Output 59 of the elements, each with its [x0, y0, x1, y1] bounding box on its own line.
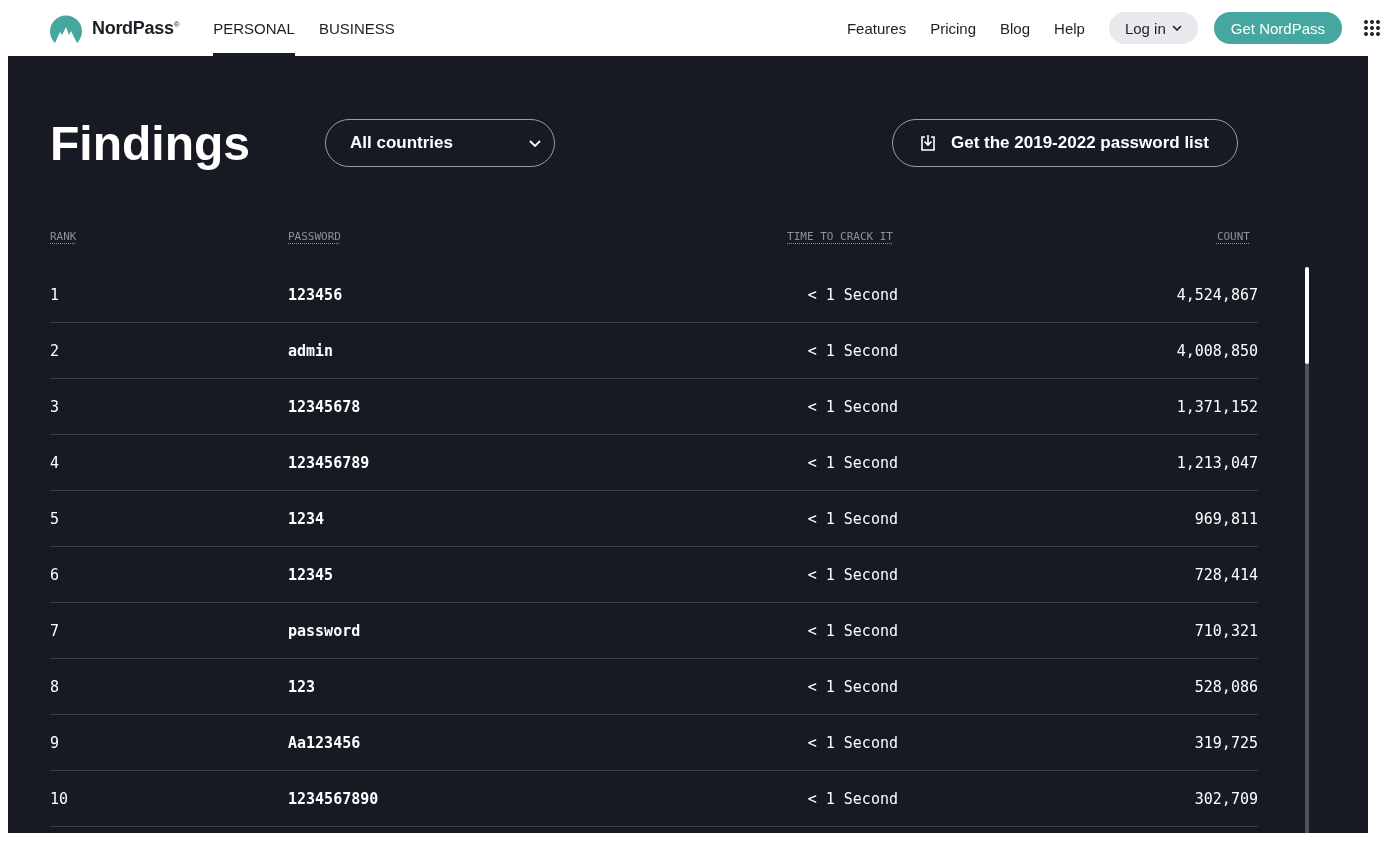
apps-grid-icon[interactable] — [1364, 20, 1380, 36]
table-cell: < 1 Second — [807, 509, 898, 528]
table-cell: 1,213,047 — [1176, 453, 1258, 472]
table-cell: 728,414 — [1194, 565, 1258, 584]
nav-link[interactable]: Help — [1054, 19, 1085, 37]
nav-link[interactable]: Features — [846, 19, 907, 37]
table-cell: 1234567890 — [288, 789, 379, 808]
table-cell: 123456789 — [288, 453, 370, 472]
table-cell: < 1 Second — [807, 677, 898, 696]
nav-tab[interactable]: BUSINESS — [318, 0, 395, 56]
nav-link[interactable]: Pricing — [930, 19, 976, 37]
table-cell: Aa123456 — [288, 733, 361, 752]
mountain-logo-icon — [50, 13, 82, 43]
table-cell: 10 — [50, 789, 69, 808]
table-cell: 6 — [50, 565, 60, 584]
table-cell: 302,709 — [1194, 789, 1258, 808]
nav-link[interactable]: Blog — [1000, 19, 1031, 37]
table-cell: 1234 — [288, 509, 325, 528]
scrollbar[interactable] — [1305, 267, 1309, 833]
table-cell: 12345678 — [288, 397, 361, 416]
scrollbar-thumb[interactable] — [1305, 267, 1309, 364]
table-cell: 7 — [50, 621, 60, 640]
logo-text: NordPass$^{®}$ — [92, 17, 180, 39]
table-cell: < 1 Second — [807, 789, 898, 808]
table-cell: < 1 Second — [807, 565, 898, 584]
table-cell: 710,321 — [1194, 621, 1258, 640]
column-header[interactable]: RANK — [50, 229, 77, 243]
table-cell: 969,811 — [1194, 509, 1258, 528]
table-cell: < 1 Second — [807, 397, 898, 416]
table-cell: 4 — [50, 453, 60, 472]
chevron-down-icon — [529, 139, 541, 147]
table-cell: 123456 — [288, 285, 343, 304]
table-cell: < 1 Second — [807, 341, 898, 360]
table-cell: 5 — [50, 509, 60, 528]
table-cell: 319,725 — [1194, 733, 1258, 752]
table-cell: 8 — [50, 677, 60, 696]
login-button[interactable]: Log in — [1108, 12, 1198, 44]
table-cell: 528,086 — [1194, 677, 1258, 696]
table-cell: 9 — [50, 733, 60, 752]
table-cell: admin — [288, 341, 334, 360]
table-cell: 1,371,152 — [1176, 397, 1258, 416]
table-cell: 1 — [50, 285, 60, 304]
chevron-down-icon — [1171, 25, 1182, 31]
table-cell: 4,524,867 — [1176, 285, 1258, 304]
table-cell: < 1 Second — [807, 285, 898, 304]
column-header[interactable]: COUNT — [1216, 229, 1250, 243]
table-cell: 12345 — [288, 565, 334, 584]
table-cell: < 1 Second — [807, 453, 898, 472]
table-cell: 3 — [50, 397, 60, 416]
table-cell: 2 — [50, 341, 60, 360]
column-header[interactable]: PASSWORD — [288, 229, 341, 243]
page-title: Findings — [50, 115, 251, 171]
download-icon — [919, 134, 937, 152]
table-cell: password — [288, 621, 361, 640]
table-cell: 123 — [288, 677, 316, 696]
column-header[interactable]: TIME TO CRACK IT — [787, 229, 893, 243]
table-cell: 4,008,850 — [1176, 341, 1258, 360]
table-cell: < 1 Second — [807, 621, 898, 640]
table-cell: < 1 Second — [807, 733, 898, 752]
